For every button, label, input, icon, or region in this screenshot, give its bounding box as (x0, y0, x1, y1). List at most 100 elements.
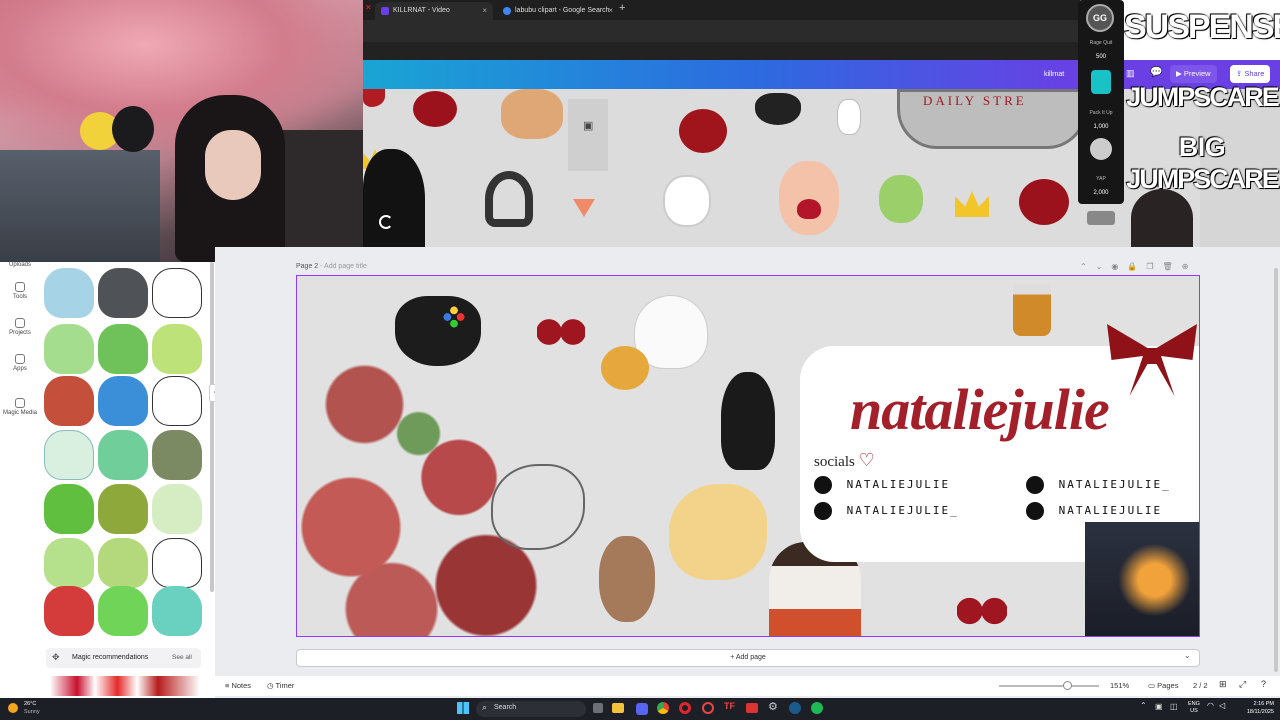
earphones-sticker[interactable] (491, 464, 585, 550)
sidebar-item-apps[interactable]: Apps (0, 354, 40, 372)
dino-result[interactable] (98, 268, 148, 318)
see-all-link[interactable]: See all (172, 654, 192, 661)
language-indicator[interactable]: ENG US (1188, 701, 1200, 715)
controller-sticker[interactable] (395, 296, 481, 366)
chrome-icon[interactable] (657, 702, 669, 714)
dino-result[interactable] (44, 268, 94, 318)
crown-sticker[interactable] (955, 191, 989, 217)
zoom-level[interactable]: 151% (1110, 681, 1129, 690)
app-icon[interactable] (702, 702, 714, 714)
notes-button[interactable]: ≡ Notes (225, 681, 251, 690)
preview-button[interactable]: ▶ Preview (1170, 65, 1217, 83)
sidebar-item-projects[interactable]: Projects (0, 318, 40, 336)
add-page-icon[interactable]: ⊕ (1182, 262, 1198, 271)
dino-result[interactable] (98, 586, 148, 636)
rose-sticker[interactable] (679, 109, 727, 153)
magic-recommendations[interactable]: ✥ Magic recommendations See all (46, 648, 201, 668)
dino-result[interactable] (98, 538, 148, 588)
discord-icon[interactable] (636, 703, 648, 715)
dino-result[interactable] (98, 430, 148, 480)
move-down-icon[interactable]: ⌄ (1096, 262, 1112, 271)
dino-result[interactable] (44, 484, 94, 534)
team-name[interactable]: killrnat (1044, 71, 1064, 78)
steam-icon[interactable] (789, 702, 801, 714)
new-tab-icon[interactable]: + (619, 2, 625, 14)
grid-view-icon[interactable]: ⊞ (1219, 679, 1227, 690)
controller-sticker[interactable] (755, 93, 801, 125)
dog-sticker[interactable] (501, 89, 563, 139)
dino-result[interactable] (152, 484, 202, 534)
pages-button[interactable]: ▭ Pages (1148, 681, 1178, 690)
close-tab-icon[interactable]: × (608, 2, 613, 20)
cherries-sticker[interactable] (537, 316, 585, 348)
help-icon[interactable]: ? (1261, 679, 1266, 689)
cherries-sticker[interactable] (957, 596, 1007, 626)
tray-chevron-icon[interactable]: ⌃ (1140, 701, 1147, 710)
black-cat-sticker[interactable] (363, 149, 425, 247)
timer-button[interactable]: ◷ Timer (267, 681, 294, 690)
dino-result[interactable] (44, 324, 94, 374)
spotify-icon[interactable] (811, 702, 823, 714)
sidebar-item-uploads[interactable]: Uploads (0, 262, 40, 268)
windows-start-icon[interactable] (457, 702, 469, 714)
browser-tab[interactable]: KILLRNAT - Video × (375, 2, 493, 20)
sidebar-item-magic-media[interactable]: Magic Media (0, 398, 40, 416)
dino-result[interactable] (44, 430, 94, 480)
address-bar[interactable] (363, 20, 1080, 42)
move-up-icon[interactable]: ⌃ (1080, 262, 1096, 271)
sidebar-item-tools[interactable]: Tools (0, 282, 40, 300)
headphones-sticker[interactable] (485, 171, 533, 227)
dino-result[interactable] (98, 376, 148, 426)
recommendation-strip[interactable] (50, 676, 200, 696)
image-selection-icon[interactable] (568, 99, 608, 171)
dino-result[interactable] (44, 376, 94, 426)
gun-sticker[interactable] (1087, 211, 1115, 225)
workspace-scrollbar[interactable] (1274, 268, 1278, 672)
rose-sticker[interactable] (413, 91, 457, 127)
settings-icon[interactable]: ⚙ (768, 700, 778, 713)
puppy-sticker[interactable] (663, 175, 711, 227)
file-explorer-icon[interactable] (612, 703, 624, 713)
wifi-icon[interactable]: ◠ (1207, 701, 1214, 710)
taskbar-search[interactable]: ⌕ Search (476, 701, 586, 717)
app-icon[interactable] (746, 703, 758, 713)
dino-sticker[interactable] (879, 175, 923, 223)
pumpkin-sticker[interactable] (601, 346, 649, 390)
yellow-dino-sticker[interactable] (669, 484, 767, 580)
hand-sticker[interactable] (837, 99, 861, 135)
browser-tab[interactable]: labubu clipart - Google Search × (497, 2, 619, 20)
dino-result[interactable] (44, 538, 94, 588)
zoom-slider-handle[interactable] (1063, 681, 1072, 690)
duplicate-icon[interactable]: ❐ (1146, 262, 1162, 271)
add-page-button[interactable]: + Add page (296, 649, 1200, 667)
lock-icon[interactable]: 🔒 (1127, 262, 1146, 271)
opera-icon[interactable] (679, 702, 691, 714)
anime-girl-sticker[interactable] (1131, 189, 1193, 247)
close-tab-icon[interactable]: × (482, 2, 487, 20)
page-1-canvas[interactable]: ▣ DAILY STRE (363, 89, 1200, 247)
page-title-placeholder[interactable]: - Add page title (320, 263, 367, 270)
share-button[interactable]: ⇪ Share (1230, 65, 1271, 83)
dino-result[interactable] (98, 484, 148, 534)
panel-scrollbar[interactable] (210, 262, 214, 592)
game-character-sticker[interactable] (1085, 522, 1199, 636)
dino-result[interactable] (152, 324, 202, 374)
delete-icon[interactable]: 🗑 (1163, 262, 1182, 271)
labubu-sticker[interactable] (599, 536, 655, 622)
rose-sticker[interactable] (363, 89, 385, 107)
black-cat-sticker[interactable] (721, 372, 775, 470)
clock[interactable]: 2:16 PM 18/11/2025 (1236, 700, 1274, 716)
task-view-icon[interactable] (593, 703, 603, 713)
cocktail-sticker[interactable] (573, 199, 595, 217)
tray-app-icon[interactable]: ◫ (1170, 702, 1178, 711)
tray-app-icon[interactable]: ▣ (1155, 702, 1163, 711)
chevron-down-icon[interactable]: ⌄ (1184, 651, 1191, 660)
analytics-icon[interactable]: ▥ (1126, 68, 1135, 79)
dino-result[interactable] (44, 586, 94, 636)
hide-icon[interactable]: ◉ (1111, 262, 1127, 271)
dino-result[interactable] (152, 430, 202, 480)
teddy-bear-sticker[interactable] (779, 161, 839, 235)
whiskey-glass-sticker[interactable] (1013, 284, 1051, 336)
rose-sticker[interactable] (1019, 179, 1069, 225)
close-icon[interactable]: ✕ (365, 3, 372, 12)
